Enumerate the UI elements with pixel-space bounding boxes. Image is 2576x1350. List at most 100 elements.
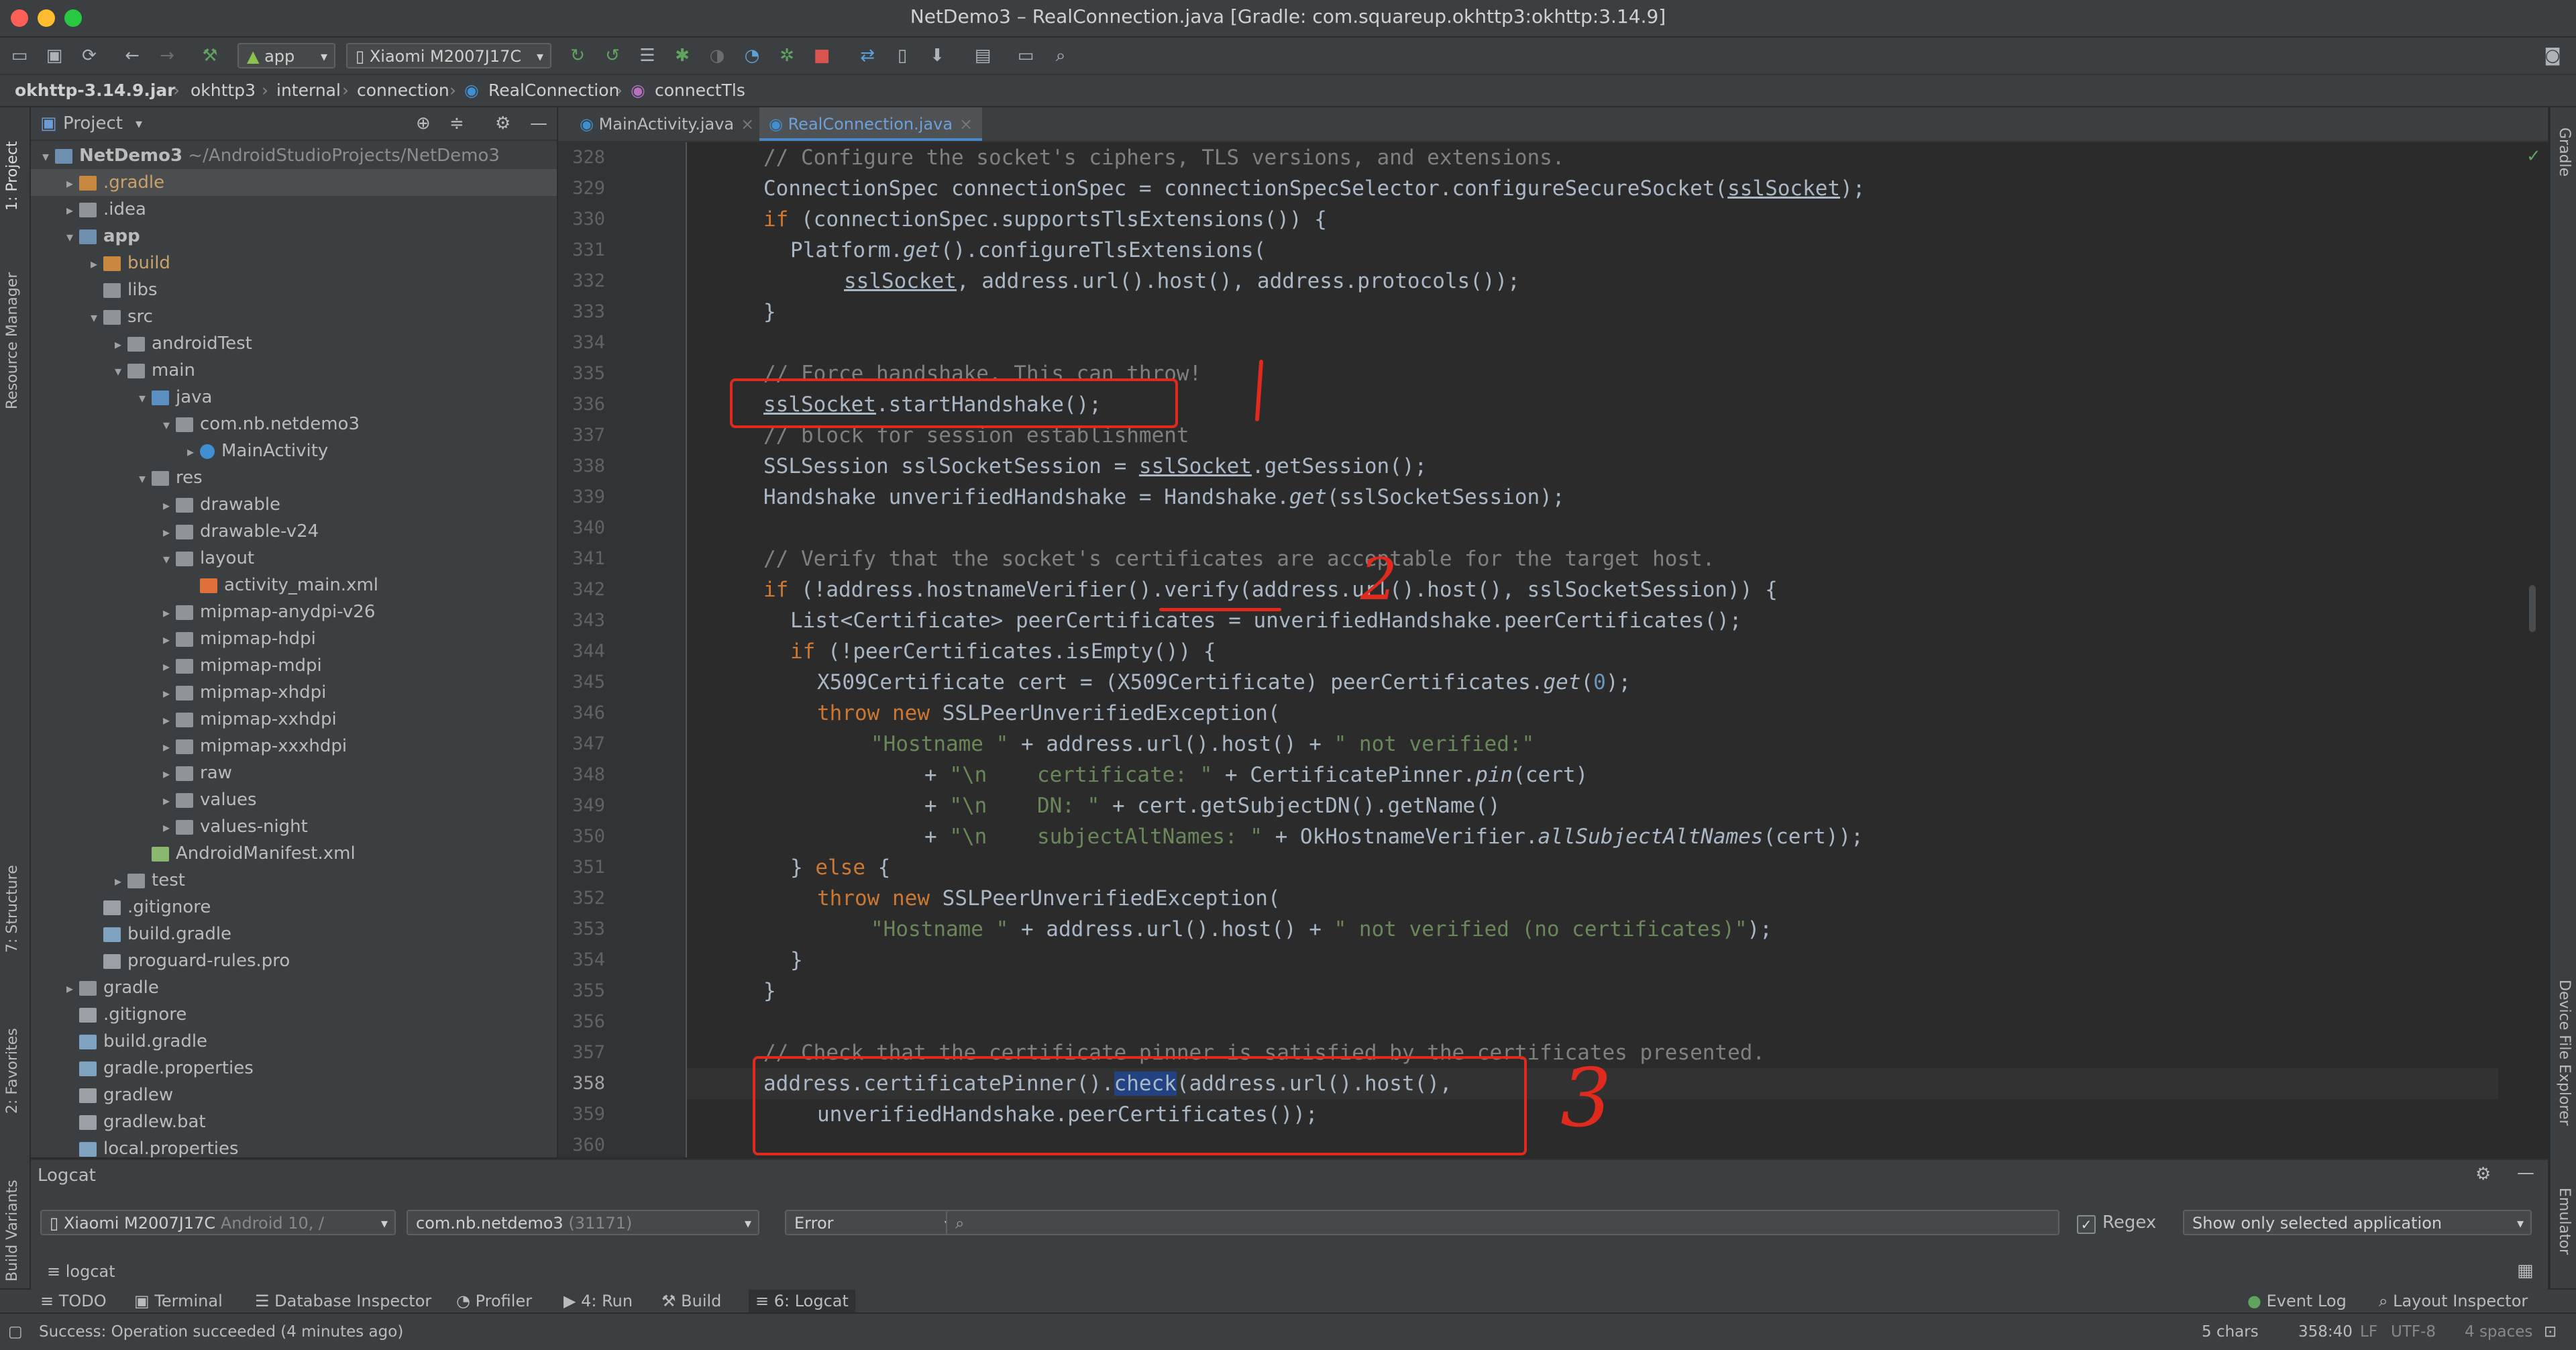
chevron-right-icon[interactable]: ▸ (109, 331, 127, 358)
file-encoding[interactable]: UTF-8 (2391, 1314, 2436, 1350)
locate-icon[interactable]: ⊕ (416, 107, 431, 140)
logcat-level-select[interactable]: Error▾ (785, 1210, 959, 1235)
save-icon[interactable]: ▣ (44, 46, 64, 66)
gear-icon[interactable]: ⚙ (2475, 1164, 2491, 1184)
breadcrumb-internal[interactable]: internal (276, 75, 341, 106)
tree-item[interactable]: ▸ mipmap-xxhdpi (31, 706, 557, 733)
tree-item[interactable]: gradlew.bat (31, 1108, 557, 1135)
coverage-icon[interactable]: ◑ (707, 46, 727, 66)
chevron-right-icon[interactable]: ▸ (85, 250, 103, 277)
hide-icon[interactable]: — (2517, 1163, 2534, 1183)
breadcrumb-connection[interactable]: connection (357, 75, 449, 106)
tree-item[interactable]: proguard-rules.pro (31, 947, 557, 974)
tab-realconnection[interactable]: ◉ RealConnection.java × (759, 107, 983, 141)
tab-layout-inspector[interactable]: ⌕ Layout Inspector (2379, 1290, 2528, 1312)
lock-icon[interactable]: ⊡ (2544, 1314, 2557, 1350)
breadcrumb-method[interactable]: connectTls (655, 75, 745, 106)
logcat-device-select[interactable]: ▯ Xiaomi M2007J17C Android 10, / ▾ (40, 1210, 396, 1235)
sync-icon[interactable]: ⟳ (79, 46, 99, 66)
chevron-down-icon[interactable]: ▾ (36, 143, 55, 170)
emulator-tool-button[interactable]: Emulator (2556, 1188, 2573, 1282)
tab-database-inspector[interactable]: ☰ Database Inspector (255, 1290, 431, 1312)
chevron-right-icon[interactable]: ▸ (157, 814, 176, 841)
code-line[interactable]: Handshake unverifiedHandshake = Handshak… (558, 482, 2548, 513)
tree-item[interactable]: ▸ .gradle (31, 169, 557, 196)
code-line[interactable]: if (!address.hostnameVerifier().verify(a… (558, 574, 2548, 605)
code-line[interactable]: sslSocket, address.url().host(), address… (558, 266, 2548, 297)
tree-item[interactable]: ▾ app (31, 223, 557, 250)
chevron-right-icon[interactable]: ▸ (60, 975, 79, 1002)
tree-item[interactable]: gradlew (31, 1082, 557, 1108)
tree-item[interactable]: ▸ drawable (31, 491, 557, 518)
sync-gradle-icon[interactable]: ⇄ (857, 46, 877, 66)
tree-item[interactable]: .gitignore (31, 894, 557, 921)
code-line[interactable]: throw new SSLPeerUnverifiedException( (558, 883, 2548, 914)
close-icon[interactable]: × (741, 115, 754, 134)
breadcrumb-jar[interactable]: okhttp-3.14.9.jar (15, 75, 176, 106)
code-line[interactable]: } (558, 976, 2548, 1006)
tree-item[interactable]: build.gradle (31, 1028, 557, 1055)
chevron-down-icon[interactable]: ▾ (85, 304, 103, 331)
code-line[interactable] (558, 327, 2548, 358)
tab-todo[interactable]: ≡ TODO (40, 1290, 107, 1312)
code-line[interactable]: + "\n subjectAltNames: " + OkHostnameVer… (558, 821, 2548, 852)
tree-item[interactable]: ▸ mipmap-xhdpi (31, 679, 557, 706)
apply-code-changes-icon[interactable]: ↺ (602, 46, 623, 66)
structure-tool-button[interactable]: 7: Structure (4, 852, 21, 953)
chevron-right-icon[interactable]: ▸ (157, 626, 176, 653)
chevron-right-icon[interactable]: ▸ (157, 492, 176, 519)
tree-item[interactable]: ▾ layout (31, 545, 557, 572)
code-line[interactable]: X509Certificate cert = (X509Certificate)… (558, 667, 2548, 698)
code-line[interactable]: // Configure the socket's ciphers, TLS v… (558, 142, 2548, 173)
tree-item[interactable]: activity_main.xml (31, 572, 557, 599)
chevron-right-icon[interactable]: ▸ (157, 787, 176, 814)
chevron-down-icon[interactable]: ▾ (136, 107, 142, 140)
tree-item[interactable]: .gitignore (31, 1001, 557, 1028)
resource-manager-tool-button[interactable]: Resource Manager (4, 248, 21, 409)
build-variants-tool-button[interactable]: Build Variants (4, 1147, 21, 1282)
run-config-select[interactable]: ▲ app ▾ (237, 43, 335, 68)
debug-icon[interactable]: ✱ (672, 46, 692, 66)
chevron-down-icon[interactable]: ▾ (157, 411, 176, 438)
project-structure-icon[interactable]: ▤ (973, 46, 993, 66)
tab-terminal[interactable]: ▣ Terminal (134, 1290, 223, 1312)
tree-item[interactable]: ▸ mipmap-hdpi (31, 625, 557, 652)
tree-item[interactable]: ▸ values (31, 786, 557, 813)
tree-item[interactable]: ▸ gradle (31, 974, 557, 1001)
regex-checkbox[interactable]: ✓ (2077, 1215, 2096, 1234)
tab-run[interactable]: ▶ 4: Run (564, 1290, 633, 1312)
code-line[interactable]: throw new SSLPeerUnverifiedException( (558, 698, 2548, 729)
chevron-down-icon[interactable]: ▾ (157, 546, 176, 572)
device-file-explorer-tool-button[interactable]: Device File Explorer (2556, 980, 2573, 1167)
tree-item[interactable]: ▸ build (31, 250, 557, 276)
code-line[interactable]: if (connectionSpec.supportsTlsExtensions… (558, 204, 2548, 235)
device-manager-icon[interactable]: ▭ (1016, 46, 1036, 66)
code-line[interactable]: // Verify that the socket's certificates… (558, 543, 2548, 574)
line-separator[interactable]: LF (2360, 1314, 2377, 1350)
tree-item[interactable]: ▾ src (31, 303, 557, 330)
sdk-manager-icon[interactable]: ⬇ (927, 46, 947, 66)
close-icon[interactable]: × (959, 115, 973, 134)
tab-profiler[interactable]: ◔ Profiler (456, 1290, 532, 1312)
tree-item[interactable]: libs (31, 276, 557, 303)
chevron-down-icon[interactable]: ▾ (133, 384, 152, 411)
hide-icon[interactable]: — (530, 107, 547, 140)
logcat-subtab[interactable]: ≡ logcat (47, 1262, 115, 1281)
logcat-search-field[interactable]: ⌕ (946, 1210, 2059, 1235)
breadcrumb-package[interactable]: okhttp3 (191, 75, 256, 106)
chevron-right-icon[interactable]: ▸ (157, 733, 176, 760)
tree-item[interactable]: ▸ mipmap-mdpi (31, 652, 557, 679)
code-line[interactable]: + "\n certificate: " + CertificatePinner… (558, 760, 2548, 790)
tree-item[interactable]: local.properties (31, 1135, 557, 1157)
status-message[interactable]: Success: Operation succeeded (4 minutes … (39, 1314, 403, 1350)
code-line[interactable]: "Hostname " + address.url().host() + " n… (558, 914, 2548, 945)
logcat-filter-select[interactable]: Show only selected application ▾ (2183, 1210, 2532, 1235)
inspection-ok-icon[interactable]: ✓ (2526, 146, 2541, 166)
apply-changes-icon[interactable]: ↻ (568, 46, 588, 66)
tree-item[interactable]: gradle.properties (31, 1055, 557, 1082)
project-tool-button[interactable]: 1: Project (4, 117, 21, 211)
run-list-icon[interactable]: ☰ (637, 46, 657, 66)
chevron-right-icon[interactable]: ▸ (60, 170, 79, 197)
gradle-tool-button[interactable]: Gradle (2556, 127, 2573, 201)
chevron-right-icon[interactable]: ▸ (109, 868, 127, 894)
